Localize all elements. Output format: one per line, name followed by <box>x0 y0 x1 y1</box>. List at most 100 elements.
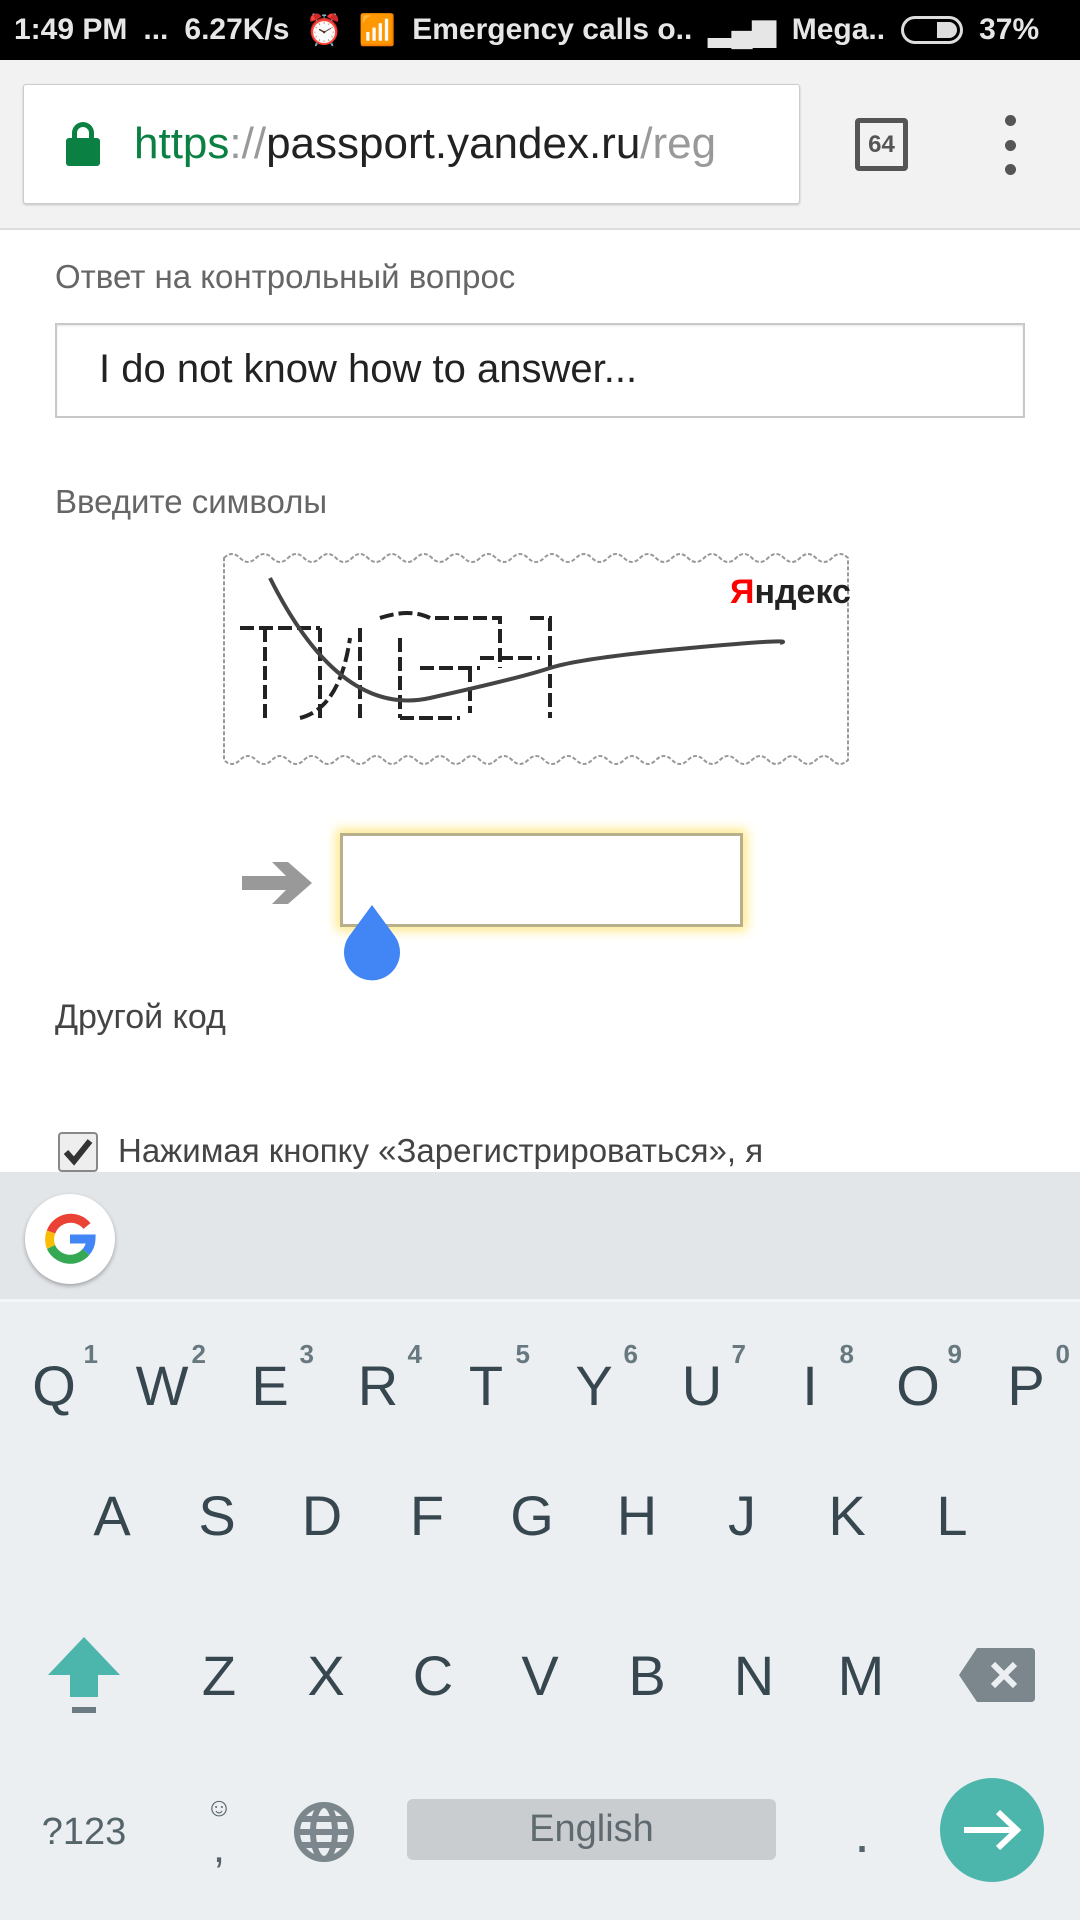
key-label: W <box>135 1353 189 1417</box>
captcha-label: Введите символы <box>55 483 328 520</box>
menu-button[interactable] <box>995 115 1025 175</box>
key-hint: 8 <box>839 1339 854 1369</box>
status-bar: 1:49 PM ... 6.27K/s ⏰ 📶 Emergency calls … <box>0 0 1080 60</box>
svg-text:Яндекс: Яндекс <box>730 573 851 611</box>
notification-dots: ... <box>143 13 169 46</box>
comma-label: , <box>212 1822 226 1872</box>
key-label: Z <box>201 1643 237 1707</box>
net-speed: 6.27K/s <box>184 13 290 46</box>
key-h[interactable]: H <box>583 1455 691 1575</box>
key-l[interactable]: L <box>898 1455 1006 1575</box>
url-bar[interactable]: https://passport.yandex.ru/reg <box>23 84 800 204</box>
key-q[interactable]: Q1 <box>0 1325 108 1445</box>
time: 1:49 PM <box>14 13 128 46</box>
captcha-image: Яндекс <box>220 548 854 770</box>
suggestion-strip <box>0 1172 1080 1302</box>
browser-toolbar: https://passport.yandex.ru/reg 64 <box>0 60 1080 230</box>
shift-icon <box>48 1637 120 1713</box>
carrier-1: Emergency calls o.. <box>412 13 693 46</box>
key-label: L <box>936 1483 968 1547</box>
other-code-link[interactable]: Другой код <box>55 998 226 1037</box>
key-a[interactable]: A <box>58 1455 166 1575</box>
tab-switcher-button[interactable]: 64 <box>855 118 908 171</box>
key-v[interactable]: V <box>486 1615 594 1735</box>
key-hint: 9 <box>947 1339 962 1369</box>
key-label: J <box>728 1483 756 1547</box>
key-b[interactable]: B <box>593 1615 701 1735</box>
answer-input[interactable]: I do not know how to answer... <box>55 323 1025 418</box>
key-k[interactable]: K <box>793 1455 901 1575</box>
yandex-logo-rest: ндекс <box>754 573 851 611</box>
key-n[interactable]: N <box>700 1615 808 1735</box>
battery-icon <box>901 16 964 44</box>
agree-text: Нажимая кнопку «Зарегистрироваться», я <box>118 1132 764 1169</box>
key-o[interactable]: O9 <box>864 1325 972 1445</box>
url-path: /reg <box>640 119 717 168</box>
wifi-icon: 📶 <box>358 13 397 47</box>
key-r[interactable]: R4 <box>324 1325 432 1445</box>
key-f[interactable]: F <box>373 1455 481 1575</box>
key-i[interactable]: I8 <box>756 1325 864 1445</box>
battery-percent: 37% <box>979 13 1040 46</box>
keyboard: Q1W2E3R4T5Y6U7I8O9P0ASDFGHJKLZXCVBNM ?12… <box>0 1172 1080 1920</box>
key-label: I <box>802 1353 818 1417</box>
key-hint: 5 <box>515 1339 530 1369</box>
key-label: U <box>681 1353 723 1417</box>
key-j[interactable]: J <box>688 1455 796 1575</box>
key-label: E <box>251 1353 289 1417</box>
key-z[interactable]: Z <box>165 1615 273 1735</box>
agree-checkbox[interactable] <box>58 1132 98 1172</box>
key-c[interactable]: C <box>379 1615 487 1735</box>
key-label: A <box>93 1483 131 1547</box>
key-label: H <box>616 1483 658 1547</box>
key-x[interactable]: X <box>272 1615 380 1735</box>
key-g[interactable]: G <box>478 1455 586 1575</box>
key-label: M <box>837 1643 885 1707</box>
key-label: C <box>412 1643 454 1707</box>
key-y[interactable]: Y6 <box>540 1325 648 1445</box>
alarm-icon: ⏰ <box>305 13 343 47</box>
key-s[interactable]: S <box>163 1455 271 1575</box>
url-sep: :// <box>229 119 267 168</box>
space-key[interactable]: English <box>407 1799 776 1860</box>
key-label: Y <box>575 1353 613 1417</box>
google-icon <box>45 1213 96 1264</box>
go-key[interactable] <box>940 1778 1044 1882</box>
key-label: T <box>468 1353 504 1417</box>
key-d[interactable]: D <box>268 1455 376 1575</box>
key-hint: 1 <box>83 1339 98 1369</box>
url-scheme: https <box>134 119 230 168</box>
language-key[interactable] <box>270 1772 378 1892</box>
text-cursor-handle[interactable] <box>342 905 402 981</box>
emoji-icon: ☺ <box>205 1791 233 1822</box>
key-e[interactable]: E3 <box>216 1325 324 1445</box>
lock-icon <box>66 122 100 166</box>
backspace-key[interactable] <box>943 1615 1051 1735</box>
key-m[interactable]: M <box>807 1615 915 1735</box>
key-u[interactable]: U7 <box>648 1325 756 1445</box>
key-hint: 0 <box>1055 1339 1070 1369</box>
arrow-right-icon <box>242 862 312 904</box>
key-p[interactable]: P0 <box>972 1325 1080 1445</box>
key-hint: 6 <box>623 1339 638 1369</box>
signal-icon: ▂▄▆ <box>708 13 776 47</box>
key-label: O <box>896 1353 940 1417</box>
answer-label: Ответ на контрольный вопрос <box>55 258 516 295</box>
key-label: N <box>733 1643 775 1707</box>
shift-key[interactable] <box>30 1615 138 1735</box>
symbols-key[interactable]: ?123 <box>30 1772 138 1892</box>
comma-key[interactable]: ☺, <box>165 1772 273 1892</box>
carrier-2: Mega.. <box>791 13 886 46</box>
key-label: X <box>307 1643 345 1707</box>
key-hint: 2 <box>191 1339 206 1369</box>
key-label: P <box>1007 1353 1045 1417</box>
key-w[interactable]: W2 <box>108 1325 216 1445</box>
yandex-logo-ya: Я <box>730 573 754 611</box>
arrow-right-icon <box>964 1809 1022 1851</box>
key-label: S <box>198 1483 236 1547</box>
key-t[interactable]: T5 <box>432 1325 540 1445</box>
key-label: Q <box>32 1353 76 1417</box>
period-key[interactable]: . <box>808 1772 916 1892</box>
key-label: D <box>301 1483 343 1547</box>
google-search-button[interactable] <box>25 1194 115 1284</box>
